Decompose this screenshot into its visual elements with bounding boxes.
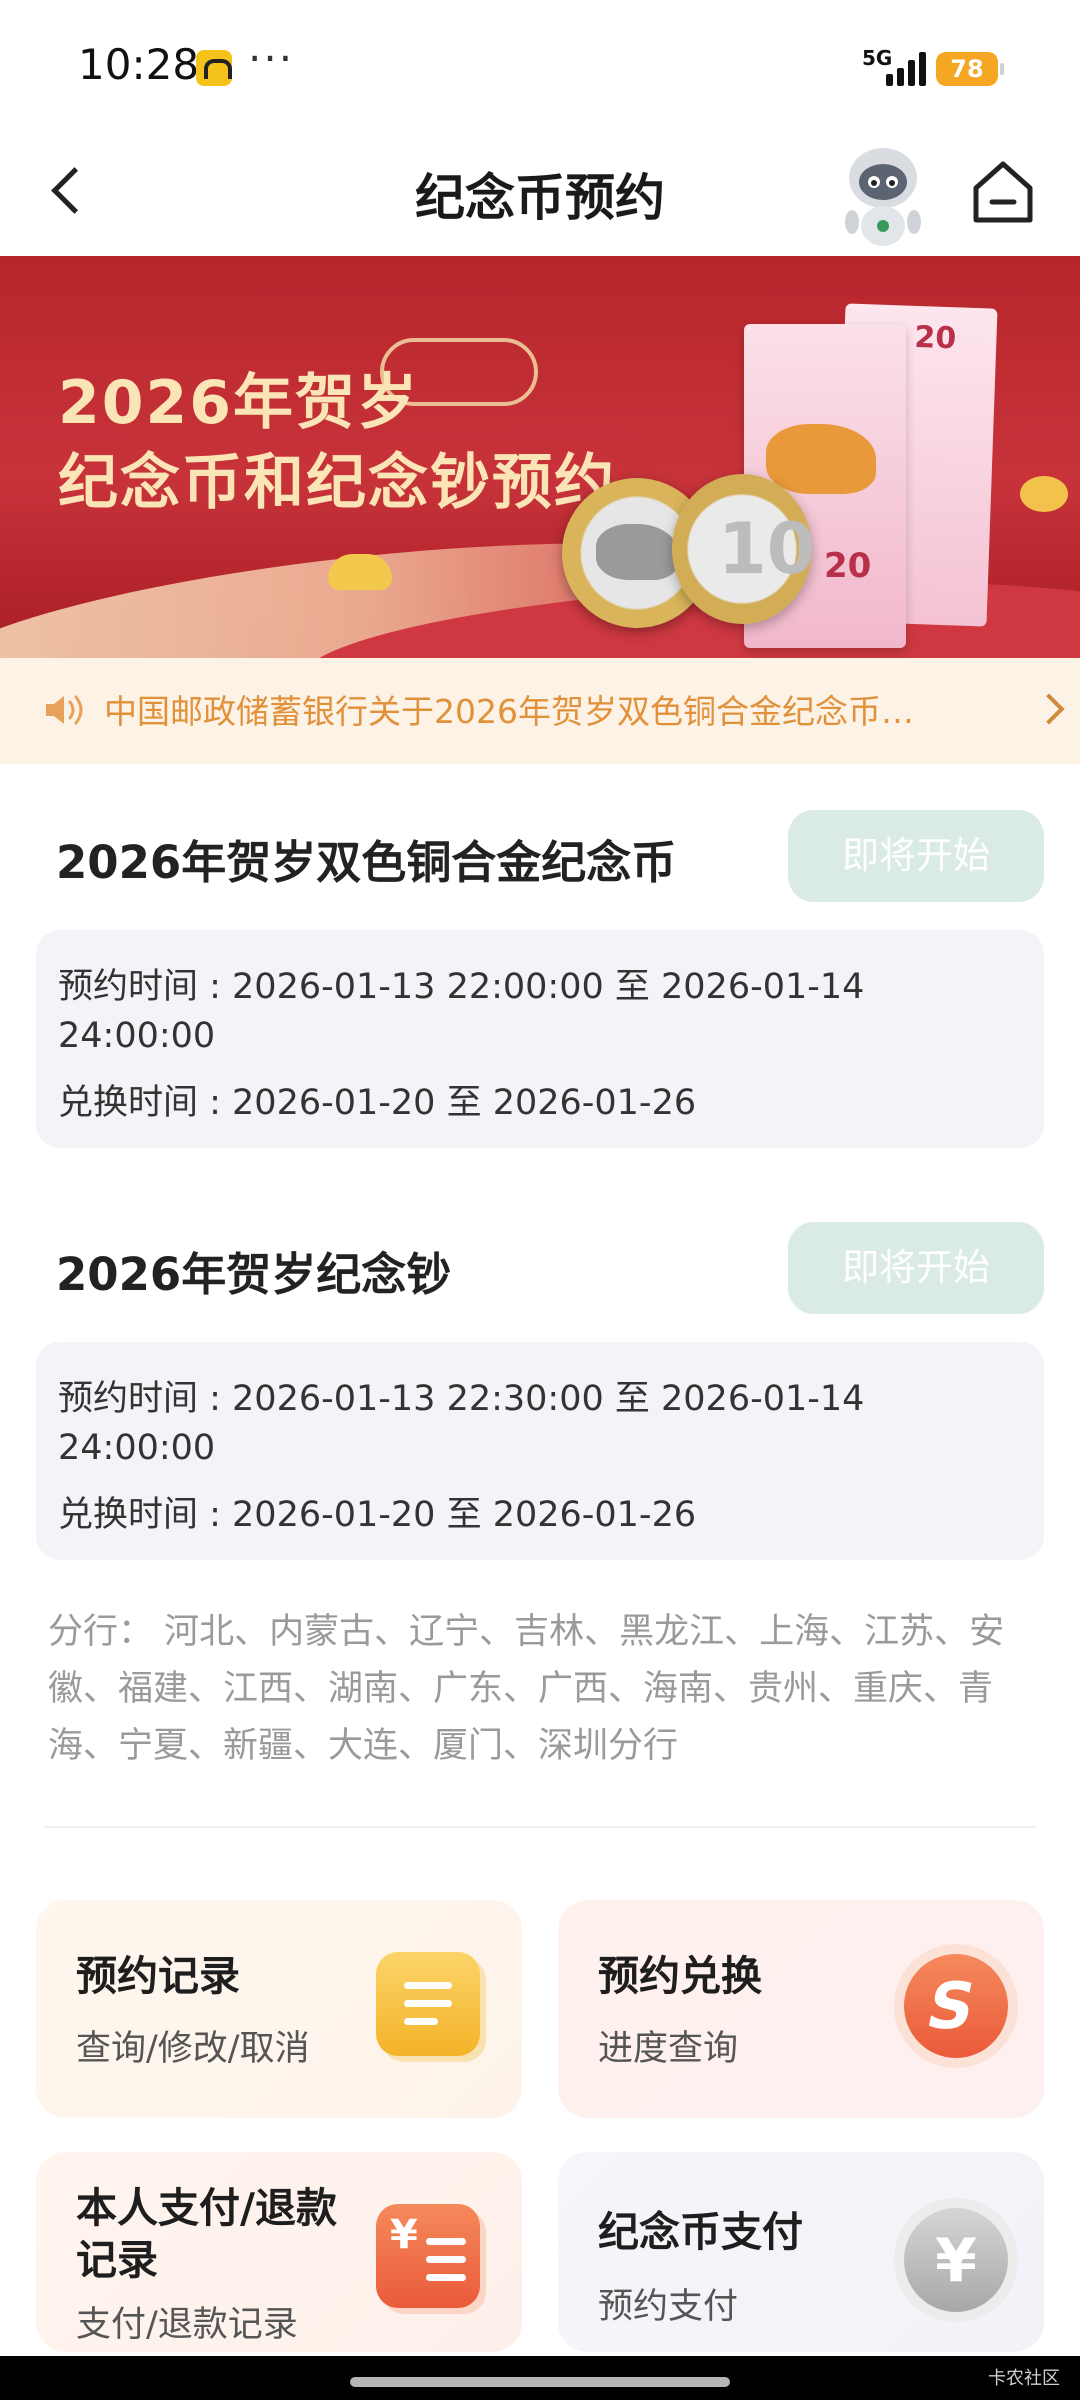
exchange-time: 兑换时间 : 2026-01-20 至 2026-01-26 xyxy=(58,1083,697,1123)
notice-text[interactable]: 中国邮政储蓄银行关于2026年贺岁双色铜合金纪念币… xyxy=(104,685,1024,733)
exchange-icon: S xyxy=(904,1954,1008,2058)
card-subtitle: 支付/退款记录 xyxy=(76,2305,298,2345)
card-subtitle: 进度查询 xyxy=(598,2029,739,2069)
promo-banner[interactable]: 2026年贺岁 纪念币和纪念钞预约 20 20 10 xyxy=(0,256,1080,658)
reservation-exchange-card[interactable]: 预约兑换 进度查询 S xyxy=(558,1900,1044,2118)
payment-refund-record-card[interactable]: 本人支付/退款记录 支付/退款记录 ¥ xyxy=(36,2152,522,2352)
card-subtitle: 查询/修改/取消 xyxy=(76,2029,310,2069)
status-time: 10:28 xyxy=(78,40,200,89)
value-coin-image: 10 xyxy=(672,474,815,624)
battery-icon: 78 xyxy=(936,52,1004,86)
home-icon[interactable] xyxy=(968,156,1038,228)
coming-soon-button[interactable]: 即将开始 xyxy=(788,810,1044,902)
coin-schedule-box: 预约时间 : 2026-01-13 22:00:00 至 2026-01-14 … xyxy=(36,930,1044,1148)
reservation-time: 预约时间 : 2026-01-13 22:00:00 至 2026-01-14 xyxy=(58,967,865,1007)
more-notifications-icon: ··· xyxy=(248,34,295,83)
reservation-time: 预约时间 : 2026-01-13 22:30:00 至 2026-01-14 xyxy=(58,1379,865,1419)
banner-title-line2: 纪念币和纪念钞预约 xyxy=(58,448,616,518)
gold-ingot-decoration xyxy=(328,554,392,590)
branch-list: 分行： 河北、内蒙古、辽宁、吉林、黑龙江、上海、江苏、安徽、福建、江西、湖南、广… xyxy=(48,1612,1005,1766)
exchange-time: 兑换时间 : 2026-01-20 至 2026-01-26 xyxy=(58,1495,697,1535)
gold-coin-decoration xyxy=(1020,476,1068,512)
signal-icon xyxy=(880,50,928,86)
notice-bar[interactable]: 中国邮政储蓄银行关于2026年贺岁双色铜合金纪念币… xyxy=(0,658,1080,764)
nav-bar: 纪念币预约 xyxy=(0,130,1080,256)
reservation-time-end: 24:00:00 xyxy=(58,1016,216,1056)
card-title: 纪念币支付 xyxy=(598,2208,803,2256)
payment-record-icon: ¥ xyxy=(376,2204,480,2308)
coming-soon-button[interactable]: 即将开始 xyxy=(788,1222,1044,1314)
banknote-schedule-box: 预约时间 : 2026-01-13 22:30:00 至 2026-01-14 … xyxy=(36,1342,1044,1560)
reservation-record-card[interactable]: 预约记录 查询/修改/取消 xyxy=(36,1900,522,2118)
banner-title-line1: 2026年贺岁 xyxy=(58,368,419,438)
yen-coin-icon: ¥ xyxy=(904,2208,1008,2312)
home-indicator[interactable] xyxy=(350,2377,730,2387)
speaker-icon xyxy=(46,695,83,725)
coin-section-title: 2026年贺岁双色铜合金纪念币 xyxy=(56,836,677,889)
card-title: 本人支付/退款记录 xyxy=(76,2184,337,2284)
card-title: 预约记录 xyxy=(76,1952,240,2000)
chevron-right-icon[interactable] xyxy=(1033,693,1065,725)
card-title: 预约兑换 xyxy=(598,1952,762,2000)
reservation-time-end: 24:00:00 xyxy=(58,1428,216,1468)
list-icon xyxy=(376,1952,480,2056)
assistant-robot-icon[interactable] xyxy=(838,140,928,250)
divider xyxy=(44,1826,1036,1828)
coin-payment-card[interactable]: 纪念币支付 预约支付 ¥ xyxy=(558,2152,1044,2352)
watermark: 卡农社区 xyxy=(988,2368,1060,2389)
banknote-section-title: 2026年贺岁纪念钞 xyxy=(56,1248,452,1301)
card-subtitle: 预约支付 xyxy=(598,2287,739,2327)
app-notification-icon xyxy=(196,50,232,86)
status-bar: 10:28 ··· 5G 78 xyxy=(0,0,1080,130)
